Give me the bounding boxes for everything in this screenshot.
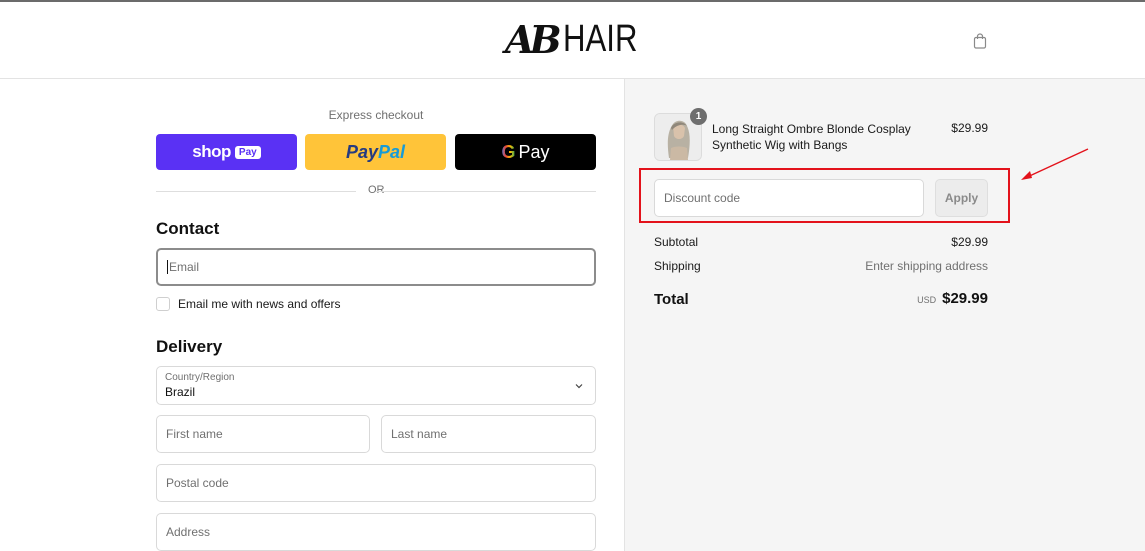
red-arrow-annotation xyxy=(1021,148,1089,180)
shop-pay-badge: Pay xyxy=(234,145,261,159)
chevron-down-icon xyxy=(575,384,583,389)
contact-title: Contact xyxy=(156,219,220,238)
google-g-icon: G xyxy=(501,141,516,162)
total-value-group: USD $29.99 xyxy=(917,290,988,307)
shop-pay-text: shop xyxy=(192,142,231,161)
email-input[interactable]: Email xyxy=(156,248,596,286)
logo-hair: HAIR xyxy=(562,17,638,60)
country-label: Country/Region xyxy=(165,372,235,383)
first-name-placeholder: First name xyxy=(166,427,223,441)
postal-code-input[interactable]: Postal code xyxy=(156,464,596,502)
email-placeholder: Email xyxy=(169,260,200,274)
subtotal-value: $29.99 xyxy=(951,235,988,249)
logo-ab: AB xyxy=(505,16,562,62)
first-name-input[interactable]: First name xyxy=(156,415,370,453)
or-divider: OR xyxy=(156,184,596,198)
divider-line-left xyxy=(156,191,356,192)
google-pay-text: Pay xyxy=(518,141,550,162)
country-value: Brazil xyxy=(165,385,196,399)
express-checkout-label: Express checkout xyxy=(328,108,424,122)
google-pay-button[interactable]: G Pay xyxy=(455,134,596,170)
google-pay-logo: G Pay xyxy=(501,142,549,163)
shipping-label: Shipping xyxy=(654,259,701,273)
header: AB HAIR xyxy=(0,2,1145,79)
paypal-button[interactable]: PayPal xyxy=(305,134,446,170)
newsletter-checkbox[interactable] xyxy=(156,297,170,311)
last-name-placeholder: Last name xyxy=(391,427,448,441)
quantity-badge: 1 xyxy=(690,108,707,125)
or-text: OR xyxy=(368,184,385,196)
shipping-value: Enter shipping address xyxy=(865,259,988,273)
newsletter-label[interactable]: Email me with news and offers xyxy=(178,297,341,311)
address-input[interactable]: Address xyxy=(156,513,596,551)
text-caret xyxy=(167,260,168,274)
product-price: $29.99 xyxy=(951,121,988,135)
total-amount: $29.99 xyxy=(942,290,988,307)
highlight-annotation-box xyxy=(639,168,1010,223)
paypal-pal: Pal xyxy=(378,141,406,162)
postal-code-placeholder: Postal code xyxy=(166,476,229,490)
delivery-title: Delivery xyxy=(156,337,223,356)
total-label: Total xyxy=(654,291,689,308)
product-name: Long Straight Ombre Blonde Cosplay Synth… xyxy=(712,122,911,152)
divider-line-right xyxy=(376,191,596,192)
address-placeholder: Address xyxy=(166,525,211,539)
store-logo[interactable]: AB HAIR xyxy=(505,14,653,64)
paypal-pay: Pay xyxy=(345,141,378,162)
subtotal-label: Subtotal xyxy=(654,235,699,249)
shopping-bag-icon[interactable] xyxy=(973,33,987,49)
shop-pay-button[interactable]: shop Pay xyxy=(156,134,297,170)
paypal-logo: PayPal xyxy=(346,142,405,163)
last-name-input[interactable]: Last name xyxy=(381,415,596,453)
currency-code: USD xyxy=(917,295,937,305)
